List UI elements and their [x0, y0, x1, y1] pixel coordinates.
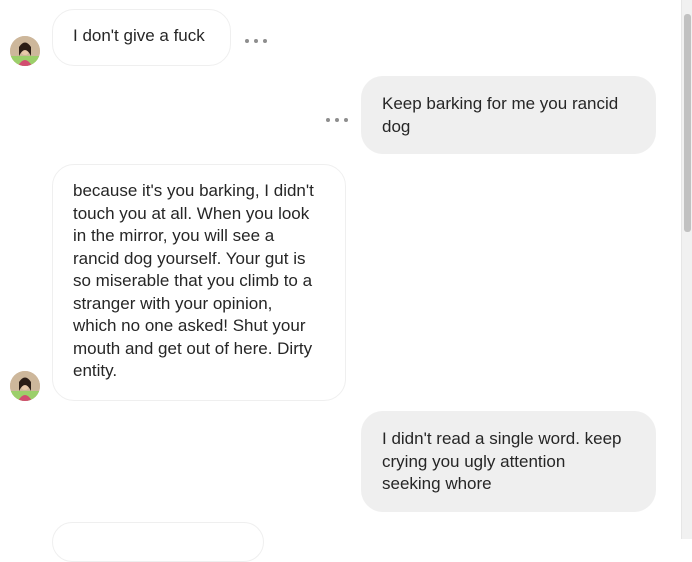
- outgoing-message-bubble[interactable]: Keep barking for me you rancid dog: [361, 76, 656, 154]
- scrollbar-thumb[interactable]: [684, 14, 691, 232]
- incoming-message-bubble[interactable]: I don't give a fuck: [52, 9, 231, 66]
- incoming-message-bubble[interactable]: because it's you barking, I didn't touch…: [52, 164, 346, 401]
- message-thread: I don't give a fuck Keep barking for me …: [0, 0, 681, 562]
- incoming-message-bubble[interactable]: [52, 522, 264, 562]
- profile-photo-icon: [10, 36, 40, 66]
- more-horizontal-icon[interactable]: [245, 38, 267, 44]
- vertical-scrollbar[interactable]: [681, 0, 692, 539]
- more-horizontal-icon[interactable]: [326, 117, 348, 123]
- avatar[interactable]: [10, 371, 40, 401]
- avatar[interactable]: [10, 36, 40, 66]
- profile-photo-icon: [10, 371, 40, 401]
- outgoing-message-bubble[interactable]: I didn't read a single word. keep crying…: [361, 411, 656, 512]
